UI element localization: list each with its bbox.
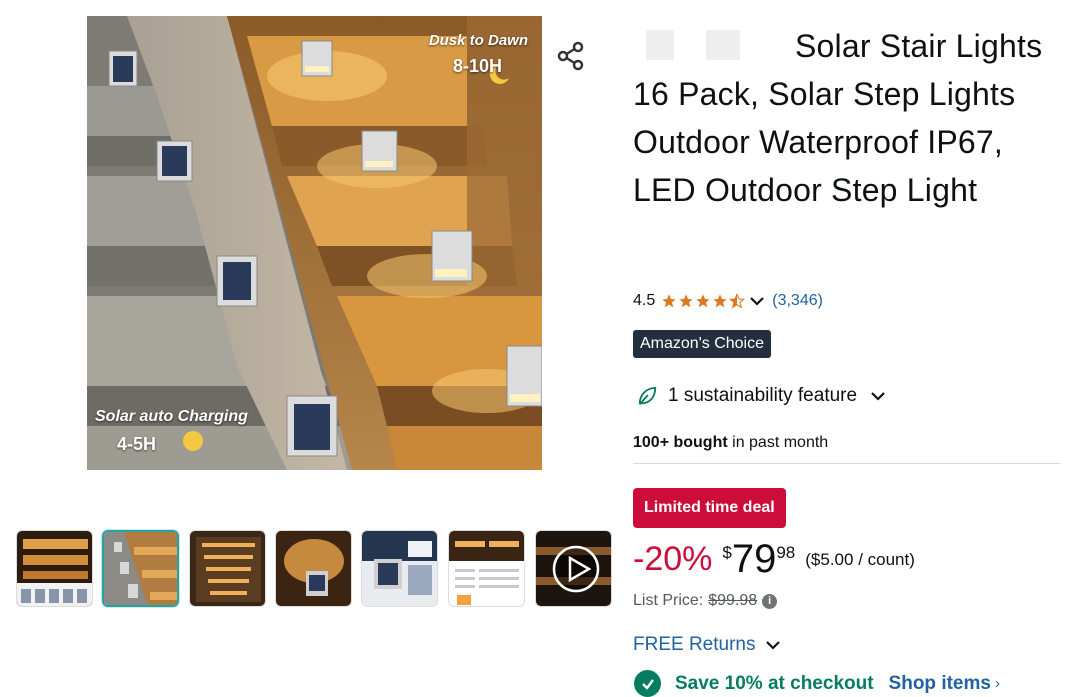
- thumbnail-3[interactable]: [189, 530, 266, 607]
- rating-row[interactable]: 4.5 (3,346): [633, 292, 823, 310]
- discount-percent: -20%: [633, 540, 713, 578]
- caption-solar-charging: Solar auto Charging: [95, 408, 248, 425]
- review-count-link[interactable]: (3,346): [772, 292, 823, 310]
- share-icon: [557, 41, 584, 71]
- free-returns-label: FREE Returns: [633, 634, 756, 655]
- thumbnail-image: [190, 531, 265, 606]
- thumbnail-6[interactable]: [448, 530, 525, 607]
- save-at-checkout-text: Save 10% at checkout: [675, 672, 874, 694]
- shop-items-label: Shop items: [888, 672, 991, 694]
- thumbnail-image: [362, 531, 437, 606]
- thumbnail-image: [449, 531, 524, 606]
- thumbnail-image: [276, 531, 351, 606]
- product-title: Solar Stair Lights 16 Pack, Solar Step L…: [633, 28, 1043, 208]
- thumbnail-1[interactable]: [16, 530, 93, 607]
- star-icon: [679, 294, 693, 308]
- thumbnail-image: [104, 532, 177, 605]
- star-icon: [662, 294, 676, 308]
- price-currency: $: [722, 543, 732, 562]
- bought-in-past-month: 100+ bought in past month: [633, 434, 828, 452]
- thumbnail-image: [17, 531, 92, 606]
- rating-value: 4.5: [633, 292, 656, 309]
- bought-count: 100+ bought: [633, 434, 728, 451]
- chevron-down-icon: [766, 641, 781, 650]
- free-returns-toggle[interactable]: FREE Returns: [633, 634, 782, 656]
- sustainability-feature-toggle[interactable]: 1 sustainability feature: [636, 385, 887, 407]
- list-price-row: List Price: $99.98 i: [633, 592, 778, 610]
- thumbnail-4[interactable]: [275, 530, 352, 607]
- list-price-value: $99.98: [708, 592, 758, 609]
- shop-items-link[interactable]: Shop items ›: [889, 673, 1000, 695]
- caption-charge-time: 4-5H: [117, 434, 157, 454]
- bought-period: in past month: [727, 434, 829, 451]
- stair-lights-photo: [87, 16, 542, 470]
- price-block: -20% $ 79 98 ($5.00 / count): [633, 537, 915, 581]
- share-button[interactable]: [553, 38, 589, 74]
- unit-price: ($5.00 / count): [805, 550, 915, 569]
- star-rating: [661, 293, 746, 309]
- chevron-down-icon[interactable]: [748, 292, 766, 310]
- chevron-right-icon: ›: [994, 675, 1000, 692]
- info-icon[interactable]: i: [762, 593, 778, 609]
- leaf-icon: [638, 386, 657, 405]
- main-product-image[interactable]: Dusk to Dawn 8-10H Solar auto Charging 4…: [87, 16, 542, 470]
- thumbnail-2[interactable]: [102, 530, 179, 607]
- thumbnail-image: [536, 531, 611, 606]
- star-half-icon: [729, 293, 746, 309]
- chevron-down-icon: [871, 392, 885, 401]
- amazons-choice-badge: Amazon's Choice: [633, 330, 771, 358]
- limited-time-deal-badge: Limited time deal: [633, 488, 786, 528]
- checkout-savings-row: Save 10% at checkout Shop items ›: [634, 670, 1000, 697]
- thumbnail-video[interactable]: [535, 530, 612, 607]
- star-icon: [696, 294, 710, 308]
- price-whole: 79: [731, 537, 777, 581]
- star-icon: [713, 294, 727, 308]
- thumbnail-5[interactable]: [361, 530, 438, 607]
- checkmark-icon: [634, 670, 661, 697]
- divider: [633, 463, 1060, 464]
- caption-dusk-to-dawn: Dusk to Dawn: [428, 32, 528, 49]
- sustainability-label: 1 sustainability feature: [668, 385, 858, 406]
- caption-runtime: 8-10H: [452, 56, 502, 76]
- price-fraction: 98: [776, 543, 796, 562]
- list-price-label: List Price:: [633, 592, 704, 609]
